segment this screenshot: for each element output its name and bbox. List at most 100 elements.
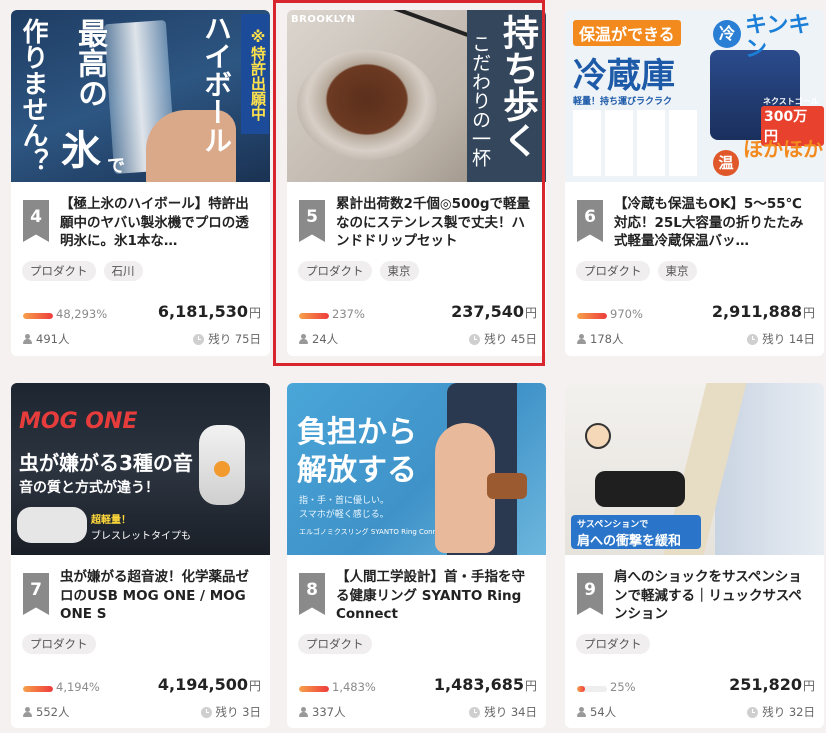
funded-amount: 251,820円 [729, 675, 815, 694]
kettle-spout [389, 10, 475, 40]
tag-category[interactable]: プロダクト [22, 634, 96, 654]
tag-category[interactable]: プロダクト [298, 634, 372, 654]
remaining-text: 残り 34日 [484, 705, 537, 719]
tag-category[interactable]: プロダクト [298, 261, 372, 281]
project-card[interactable]: BROOKLYN 持ち歩く こだわりの一杯 5 累計出荷数2千個◎500gで軽量… [287, 10, 546, 356]
tag-category[interactable]: プロダクト [22, 261, 96, 281]
project-image[interactable]: サスペンションで 肩への衝撃を緩和 [565, 383, 824, 555]
image-text-rei: 冷 [713, 20, 741, 48]
tag-region[interactable]: 東京 [379, 261, 419, 281]
project-image[interactable]: MOG ONE 虫が嫌がる3種の音 音の質と方式が違う！ 超軽量！ ブレスレット… [11, 383, 270, 555]
project-card[interactable]: MOG ONE 虫が嫌がる3種の音 音の質と方式が違う！ 超軽量！ ブレスレット… [11, 383, 270, 728]
tag-list: プロダクト 東京 [576, 261, 697, 281]
tag-category[interactable]: プロダクト [576, 261, 650, 281]
project-title[interactable]: 虫が嫌がる超音波！化学薬品ゼロのUSB MOG ONE / MOG ONE S [60, 568, 260, 624]
amount-value: 237,540 [451, 302, 524, 321]
amount-value: 251,820 [729, 675, 802, 694]
project-title[interactable]: 【極上氷のハイボール】特許出願中のヤバい製氷機でプロの透明氷に。氷1本な… [60, 195, 260, 251]
funded-amount: 6,181,530円 [158, 302, 261, 321]
funded-amount: 2,911,888円 [712, 302, 815, 321]
image-text-mogone: MOG ONE [19, 409, 138, 434]
tag-region[interactable]: 東京 [657, 261, 697, 281]
supporters-count: 178人 [590, 332, 624, 346]
project-image[interactable]: 最高の 氷 で 作りません？ ハイボール ※特許出願中 [11, 10, 270, 182]
clock-icon [747, 333, 759, 345]
bracelet [17, 507, 87, 543]
image-text-bracelet: ブレスレットタイプも [91, 531, 191, 542]
progress-fill [577, 313, 607, 319]
supporters: 552人 [23, 704, 69, 720]
clock-icon [469, 706, 481, 718]
funded-amount: 237,540円 [451, 302, 537, 321]
yen-unit: 円 [524, 306, 537, 320]
image-text-on: 温 [713, 150, 739, 176]
project-card[interactable]: 負担から 解放する 指・手・首に優しい。 スマホが軽く感じる。 エルゴノミクスリ… [287, 383, 546, 728]
feature-icons [573, 110, 698, 176]
image-text-suspension: サスペンションで [577, 520, 649, 530]
image-text-hokahoka: ほかほか [743, 137, 823, 161]
tag-list: プロダクト [22, 634, 96, 654]
image-text-kinkin: キンキン [745, 13, 811, 62]
progress-fill [23, 313, 53, 319]
clock-icon [469, 333, 481, 345]
tag-list: プロダクト [576, 634, 650, 654]
progress-bar [23, 313, 53, 319]
progress-percent: 1,483% [332, 680, 376, 694]
person-icon [299, 707, 308, 717]
supporters-count: 337人 [312, 705, 346, 719]
image-text-saikouno: 最高の [72, 18, 107, 108]
yen-unit: 円 [248, 679, 261, 693]
progress-bar [299, 686, 329, 692]
rank-badge: 7 [23, 573, 49, 615]
project-title[interactable]: 【冷蔵も保温もOK】5〜55℃対応！25L大容量の折りたたみ式軽量冷蔵保温バッ… [614, 195, 814, 251]
supporters: 178人 [577, 331, 623, 347]
image-text-product: エルゴノミクスリング SYANTO Ring Connect [299, 528, 448, 536]
progress-fill [299, 686, 329, 692]
progress-percent: 970% [610, 307, 643, 321]
remaining-days: 残り 34日 [469, 704, 537, 720]
remaining-text: 残り 75日 [208, 332, 261, 346]
yen-unit: 円 [802, 306, 815, 320]
remaining-text: 残り 32日 [762, 705, 815, 719]
supporters-count: 552人 [36, 705, 70, 719]
project-image[interactable]: 負担から 解放する 指・手・首に優しい。 スマホが軽く感じる。 エルゴノミクスリ… [287, 383, 546, 555]
progress-percent: 48,293% [56, 307, 108, 321]
project-card[interactable]: 最高の 氷 で 作りません？ ハイボール ※特許出願中 4 【極上氷のハイボール… [11, 10, 270, 356]
image-text-kata: 肩への衝撃を緩和 [577, 534, 682, 549]
image-text-mushi: 虫が嫌がる3種の音 [19, 451, 193, 475]
progress-bar [23, 686, 53, 692]
clock-icon [200, 706, 212, 718]
progress-fill [23, 686, 53, 692]
project-card[interactable]: 保温ができる 冷蔵庫 軽量！持ち運びラクラク 冷 キンキン ネクストゴール 30… [565, 10, 824, 356]
person-icon [23, 707, 32, 717]
tag-region[interactable]: 石川 [103, 261, 143, 281]
project-title[interactable]: 累計出荷数2千個◎500gで軽量なのにステンレス製で丈夫！ハンドドリップセット [336, 195, 536, 251]
remaining-text: 残り 45日 [484, 332, 537, 346]
image-text-brand: BROOKLYN [291, 14, 356, 25]
progress-bar [577, 313, 607, 319]
progress-fill [577, 686, 585, 692]
project-card[interactable]: サスペンションで 肩への衝撃を緩和 9 肩へのショックをサスペンションで軽減する… [565, 383, 824, 728]
image-text-de: で [107, 156, 125, 177]
project-image[interactable]: 保温ができる 冷蔵庫 軽量！持ち運びラクラク 冷 キンキン ネクストゴール 30… [565, 10, 824, 182]
progress-bar [577, 686, 607, 692]
progress-bar [299, 313, 329, 319]
dripper [297, 50, 437, 160]
character [585, 423, 611, 449]
project-title[interactable]: 肩へのショックをサスペンションで軽減する｜リュックサスペンション [614, 568, 814, 624]
image-text-karuku: スマホが軽く感じる。 [299, 510, 389, 520]
progress-percent: 237% [332, 307, 365, 321]
clock-icon [193, 333, 205, 345]
image-text-kodawari: こだわりの一杯 [469, 34, 491, 167]
tag-list: プロダクト 石川 [22, 261, 143, 281]
amount-value: 6,181,530 [157, 302, 248, 321]
remaining-days: 残り 75日 [193, 331, 261, 347]
yen-unit: 円 [802, 679, 815, 693]
image-text-yasashii: 指・手・首に優しい。 [299, 496, 390, 506]
image-text-light: 超軽量！ [91, 515, 131, 526]
project-image[interactable]: BROOKLYN 持ち歩く こだわりの一杯 [287, 10, 546, 182]
project-title[interactable]: 【人間工学設計】首・手指を守る健康リング SYANTO Ring Connect [336, 568, 536, 624]
yen-unit: 円 [248, 306, 261, 320]
supporters-count: 24人 [312, 332, 339, 346]
tag-category[interactable]: プロダクト [576, 634, 650, 654]
